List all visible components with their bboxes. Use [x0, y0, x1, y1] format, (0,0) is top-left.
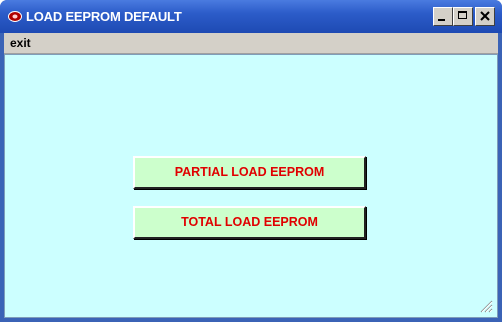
client-area: PARTIAL LOAD EEPROM TOTAL LOAD EEPROM: [4, 54, 498, 318]
title-bar[interactable]: LOAD EEPROM DEFAULT: [0, 0, 502, 33]
maximize-button[interactable]: [453, 7, 473, 26]
menu-bar: exit: [4, 33, 498, 54]
total-load-eeprom-button[interactable]: TOTAL LOAD EEPROM: [133, 206, 366, 239]
app-icon[interactable]: [8, 11, 22, 22]
resize-grip-icon[interactable]: [479, 299, 493, 313]
minimize-button[interactable]: [433, 7, 453, 26]
close-icon: [480, 11, 490, 21]
window-controls: [433, 7, 495, 26]
menu-item-exit[interactable]: exit: [10, 36, 31, 50]
close-button[interactable]: [475, 7, 495, 26]
partial-load-eeprom-button[interactable]: PARTIAL LOAD EEPROM: [133, 156, 366, 189]
window-title: LOAD EEPROM DEFAULT: [26, 9, 182, 24]
